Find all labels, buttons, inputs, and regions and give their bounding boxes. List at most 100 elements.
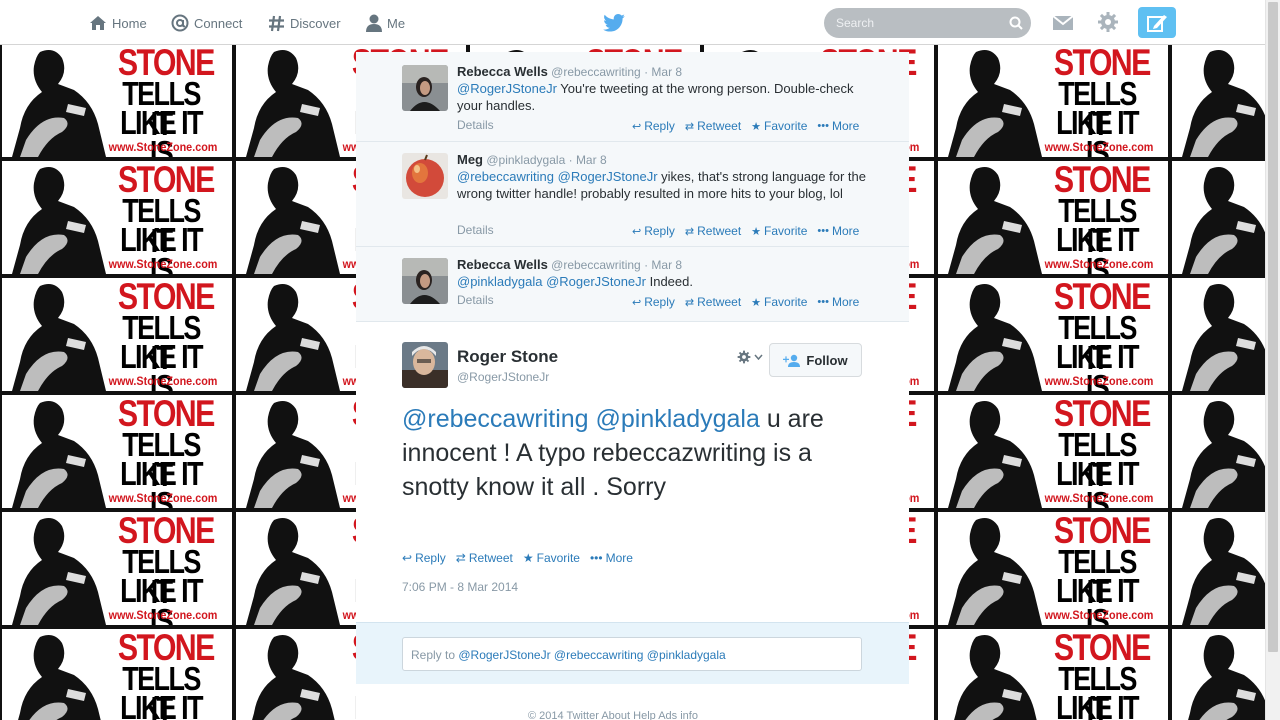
wallpaper-tile: STONETELLS ITLIKE IT ISwww.StoneZone.com — [0, 44, 234, 159]
main-tweet-mentions[interactable]: @rebeccawriting @pinkladygala — [402, 405, 760, 433]
tweet-text: @rebeccawriting @RogerJStoneJr yikes, th… — [457, 168, 867, 202]
more-button[interactable]: ••• More — [817, 295, 859, 309]
main-tweet-timestamp[interactable]: 7:06 PM - 8 Mar 2014 — [402, 580, 518, 594]
favorite-button[interactable]: ★ Favorite — [751, 224, 807, 238]
retweet-button[interactable]: ⇄ Retweet — [685, 119, 741, 133]
favorite-button[interactable]: ★ Favorite — [751, 119, 807, 133]
more-button[interactable]: ••• More — [817, 119, 859, 133]
settings-gear-icon[interactable] — [1097, 11, 1119, 33]
avatar[interactable] — [402, 258, 448, 304]
avatar[interactable] — [402, 342, 448, 388]
wallpaper-line: www.StoneZone.com — [1044, 257, 1154, 271]
details-link[interactable]: Details — [457, 223, 494, 237]
nav-me-label: Me — [387, 15, 406, 31]
wallpaper-line: www.StoneZone.com — [108, 374, 218, 388]
person-icon — [366, 14, 382, 32]
at-sign-icon — [171, 14, 189, 32]
search-icon[interactable] — [1009, 16, 1023, 30]
retweet-button[interactable]: ⇄ Retweet — [685, 224, 741, 238]
retweet-button[interactable]: ⇄ Retweet — [456, 551, 513, 565]
tweet-date[interactable]: Mar 8 — [576, 153, 607, 167]
tweet-mentions[interactable]: @pinkladygala @RogerJStoneJr — [457, 274, 646, 289]
tweet-author-handle[interactable]: @rebeccawriting — [551, 258, 641, 272]
tweet-header: Meg @pinkladygala · Mar 8 — [457, 152, 607, 167]
main-tweet-author-handle[interactable]: @RogerJStoneJr — [457, 370, 549, 384]
avatar[interactable] — [402, 65, 448, 111]
tweet-date[interactable]: Mar 8 — [651, 65, 682, 79]
nav-discover[interactable]: Discover — [268, 12, 341, 34]
avatar[interactable] — [402, 153, 448, 199]
favorite-button[interactable]: ★ Favorite — [751, 295, 807, 309]
tweet-header: Rebecca Wells @rebeccawriting · Mar 8 — [457, 64, 683, 79]
tweet-author-name[interactable]: Meg — [457, 152, 483, 167]
details-link[interactable]: Details — [457, 293, 494, 307]
wallpaper-line: www.StoneZone.com — [108, 608, 218, 622]
follow-button[interactable]: Follow — [769, 343, 862, 377]
star-icon: ★ — [751, 296, 762, 309]
wallpaper-tile: STONETELLS ITLIKE IT ISwww.StoneZone.com — [936, 627, 1170, 720]
silhouette-figure — [12, 518, 106, 625]
reply-button[interactable]: ↩ Reply — [632, 295, 675, 309]
wallpaper-line: www.StoneZone.com — [108, 491, 218, 505]
silhouette-figure — [954, 635, 1037, 720]
scrollbar-thumb[interactable] — [1268, 2, 1278, 652]
ancestor-tweet[interactable]: Rebecca Wells @rebeccawriting · Mar 8 @p… — [356, 247, 909, 322]
reply-button[interactable]: ↩ Reply — [402, 551, 446, 565]
wallpaper-tile: STONETELLS ITLIKE IT ISwww.StoneZone.com — [936, 276, 1170, 393]
reply-input[interactable]: Reply to @RogerJStoneJr @rebeccawriting … — [402, 637, 862, 671]
wallpaper-tile: STONETELLS ITLIKE IT ISwww.StoneZone.com — [1170, 510, 1265, 627]
silhouette-figure — [246, 50, 340, 157]
main-tweet-author-name[interactable]: Roger Stone — [457, 347, 558, 367]
silhouette-figure — [246, 518, 340, 625]
wallpaper-line: www.StoneZone.com — [108, 140, 218, 154]
nav-home[interactable]: Home — [89, 12, 147, 34]
favorite-button[interactable]: ★ Favorite — [523, 551, 580, 565]
silhouette-figure — [12, 50, 106, 157]
wallpaper-tile: STONETELLS ITLIKE IT ISwww.StoneZone.com — [0, 276, 234, 393]
ancestor-tweet[interactable]: Rebecca Wells @rebeccawriting · Mar 8 @R… — [356, 52, 909, 142]
tweet-author-handle[interactable]: @pinkladygala — [486, 153, 565, 167]
details-link[interactable]: Details — [457, 118, 494, 132]
tweet-text: @pinkladygala @RogerJStoneJr Indeed. — [457, 273, 867, 290]
wallpaper-tile: STONETELLS ITLIKE IT ISwww.StoneZone.com — [1170, 393, 1265, 510]
gear-icon — [737, 350, 751, 364]
tweet-author-handle[interactable]: @rebeccawriting — [551, 65, 641, 79]
reply-button[interactable]: ↩ Reply — [632, 224, 675, 238]
wallpaper-tile: STONETELLS ITLIKE IT ISwww.StoneZone.com — [1170, 159, 1265, 276]
wallpaper-tile: STONETELLS ITLIKE IT ISwww.StoneZone.com — [1170, 276, 1265, 393]
user-actions-dropdown[interactable] — [737, 350, 763, 364]
silhouette-figure — [1182, 284, 1265, 391]
ancestor-tweet[interactable]: Meg @pinkladygala · Mar 8 @rebeccawritin… — [356, 142, 909, 247]
more-button[interactable]: ••• More — [590, 551, 633, 565]
silhouette-figure — [948, 50, 1042, 157]
wallpaper-tile: STONETELLS ITLIKE IT ISwww.StoneZone.com — [936, 393, 1170, 510]
compose-tweet-button[interactable] — [1138, 7, 1176, 38]
tweet-mentions[interactable]: @RogerJStoneJr — [457, 81, 557, 96]
search-input[interactable] — [824, 8, 994, 38]
wallpaper-line: LIKE IT IS — [120, 689, 203, 720]
silhouette-figure — [252, 635, 335, 720]
hashtag-icon — [269, 15, 284, 31]
wallpaper-line: www.StoneZone.com — [1044, 491, 1154, 505]
twitter-bird-logo-icon[interactable] — [603, 14, 625, 32]
tweet-author-name[interactable]: Rebecca Wells — [457, 64, 548, 79]
tweet-author-name[interactable]: Rebecca Wells — [457, 257, 548, 272]
nav-home-label: Home — [112, 15, 147, 31]
ellipsis-icon: ••• — [817, 120, 829, 132]
more-button[interactable]: ••• More — [817, 224, 859, 238]
reply-button[interactable]: ↩ Reply — [632, 119, 675, 133]
direct-messages-envelope-icon[interactable] — [1052, 14, 1074, 32]
page-scrollbar[interactable] — [1265, 0, 1280, 720]
retweet-button[interactable]: ⇄ Retweet — [685, 295, 741, 309]
wallpaper-tile: STONETELLS ITLIKE IT ISwww.StoneZone.com — [0, 627, 234, 720]
tweet-date[interactable]: Mar 8 — [651, 258, 682, 272]
tweet-mentions[interactable]: @rebeccawriting @RogerJStoneJr — [457, 169, 658, 184]
silhouette-figure — [1182, 401, 1265, 508]
silhouette-figure — [1188, 635, 1265, 720]
nav-connect[interactable]: Connect — [171, 12, 242, 34]
tweet-actions: ↩ Reply ⇄ Retweet ★ Favorite ••• More — [632, 119, 869, 133]
wallpaper-line: www.StoneZone.com — [1044, 374, 1154, 388]
footer-links[interactable]: © 2014 Twitter About Help Ads info — [528, 710, 698, 720]
wallpaper-tile: STONETELLS ITLIKE IT ISwww.StoneZone.com — [936, 44, 1170, 159]
nav-me[interactable]: Me — [366, 12, 405, 34]
